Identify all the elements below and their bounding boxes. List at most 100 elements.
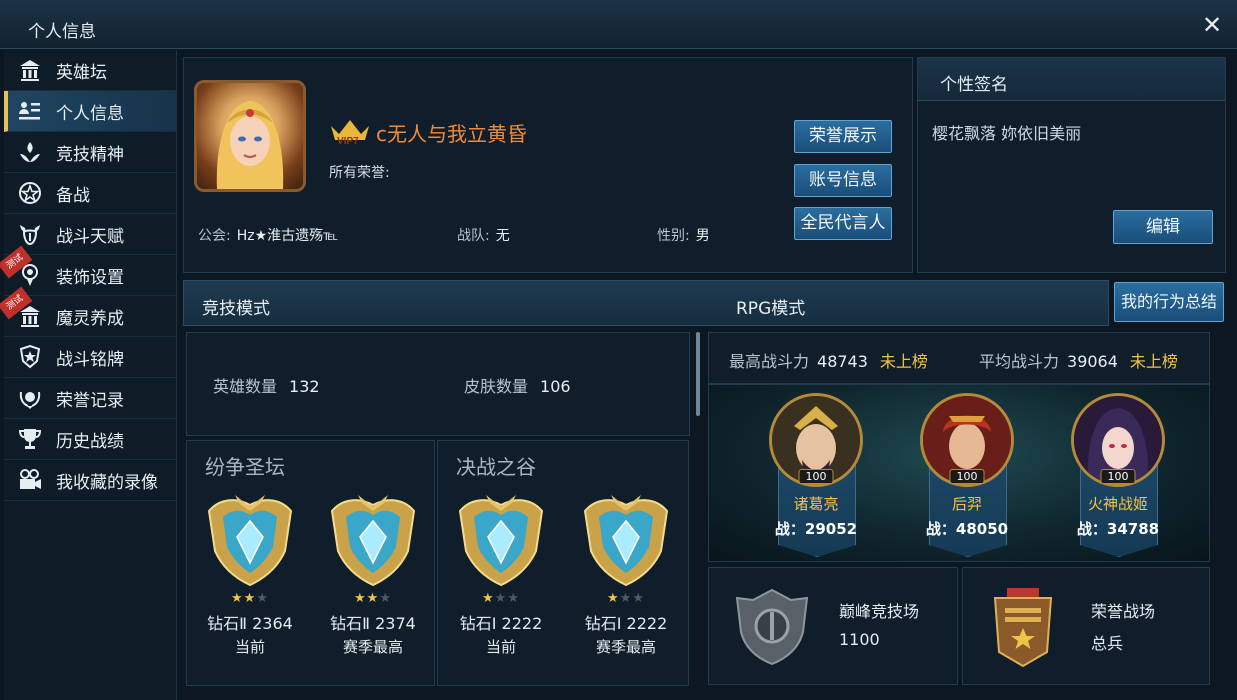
sidebar-item-label: 魔灵养成 — [56, 308, 124, 329]
hero-power: 战：29052 — [774, 520, 858, 538]
video-camera-icon — [18, 468, 42, 492]
star-empty-icon: ★ — [507, 591, 520, 606]
sidebar-item-honor-record[interactable]: 荣誉记录 — [4, 378, 176, 419]
vip-badge-icon: VIP7 — [331, 120, 369, 146]
mode-tabs: 竞技模式 RPG模式 — [183, 280, 1109, 326]
rank-sub: 赛季最高 — [595, 638, 656, 656]
hero-card[interactable]: 100 诸葛亮 战：29052 — [766, 393, 866, 557]
hero-power: 战：48050 — [925, 520, 1009, 538]
sidebar-item-decoration[interactable]: 测试 装饰设置 — [0, 245, 176, 296]
sidebar-item-history[interactable]: 历史战绩 — [4, 419, 176, 460]
hero-count-value: 132 — [289, 377, 320, 396]
diamond-rank-emblem-icon — [583, 495, 669, 587]
tab-rpg[interactable]: RPG模式 — [736, 294, 805, 319]
gender-value: 男 — [695, 228, 710, 244]
temple-icon — [18, 58, 42, 82]
sidebar-item-sportsmanship[interactable]: 竞技精神 — [4, 132, 176, 173]
hero-level: 100 — [798, 469, 834, 484]
rank-current[interactable]: ★★★ 钻石Ⅰ 2222 当前 — [446, 493, 556, 657]
team-info: 战队: 无 — [457, 225, 510, 245]
rank-stars: ★★★ — [195, 591, 305, 606]
skin-count-label: 皮肤数量 — [464, 377, 529, 396]
sidebar-item-replays[interactable]: 我收藏的录像 — [4, 460, 176, 501]
rank-sub: 当前 — [234, 638, 265, 656]
scrollbar-thumb[interactable] — [696, 332, 700, 416]
hero-power: 战：34788 — [1076, 520, 1160, 538]
tab-competitive[interactable]: 竞技模式 — [202, 294, 270, 319]
rank-current[interactable]: ★★★ 钻石Ⅱ 2364 当前 — [195, 493, 305, 657]
sidebar-item-label: 荣誉记录 — [56, 390, 124, 411]
window-title: 个人信息 — [28, 22, 96, 42]
star-filled-icon: ★ — [231, 591, 244, 606]
close-button[interactable]: ✕ — [1199, 12, 1225, 38]
sidebar-item-hero-altar[interactable]: 英雄坛 — [4, 50, 176, 91]
hero-name: 后羿 — [951, 495, 982, 513]
team-value: 无 — [495, 228, 510, 244]
rank-sub: 赛季最高 — [342, 638, 403, 656]
star-filled-icon: ★ — [243, 591, 257, 606]
diamond-rank-emblem-icon — [207, 495, 293, 587]
gender-info: 性别: 男 — [657, 225, 710, 245]
sidebar-item-label: 竞技精神 — [56, 144, 124, 165]
rank-sub: 当前 — [485, 638, 516, 656]
peak-arena-title: 巅峰竞技场 — [839, 602, 920, 621]
sidebar-item-prepare[interactable]: 备战 — [4, 173, 176, 214]
diamond-rank-emblem-icon — [458, 495, 544, 587]
hero-level: 100 — [949, 469, 985, 484]
rank-value: 钻石Ⅱ 2374 — [330, 614, 416, 633]
sidebar-item-label: 我收藏的录像 — [56, 472, 158, 493]
honor-display-button[interactable]: 荣誉展示 — [794, 120, 892, 153]
star-empty-icon: ★ — [632, 591, 645, 606]
max-power-label: 最高战斗力 — [729, 352, 810, 371]
honors-label: 所有荣誉: — [329, 165, 390, 181]
ambassador-button[interactable]: 全民代言人 — [794, 207, 892, 240]
rank-stars: ★★★ — [571, 591, 681, 606]
max-power-value: 48743 — [817, 352, 868, 371]
edit-signature-button[interactable]: 编辑 — [1113, 210, 1213, 244]
avg-power-value: 39064 — [1067, 352, 1118, 371]
medal-rank-icon — [993, 588, 1053, 668]
honor-battlefield-card[interactable]: 荣誉战场 总兵 — [962, 567, 1210, 685]
star-filled-icon: ★ — [607, 591, 620, 606]
behavior-summary-button[interactable]: 我的行为总结 — [1114, 282, 1224, 322]
team-label: 战队: — [457, 228, 490, 244]
sidebar-item-spirit[interactable]: 测试 魔灵养成 — [0, 286, 176, 337]
sidebar-item-talent[interactable]: 战斗天赋 — [4, 214, 176, 255]
gender-label: 性别: — [657, 228, 690, 244]
rank-stars: ★★★ — [446, 591, 556, 606]
arena-panel-valley: 决战之谷 ★★★ 钻石Ⅰ 2222 当前 ★★★ 钻石Ⅰ 2222 赛季最高 — [437, 440, 689, 686]
trophy-icon — [18, 427, 42, 451]
close-icon: ✕ — [1201, 11, 1223, 39]
honor-battlefield-title: 荣誉战场 — [1091, 602, 1156, 621]
sidebar: 英雄坛 个人信息 竞技精神 备战 战斗天赋 测试 装饰设置 测试 魔灵养成 战斗… — [0, 50, 177, 700]
max-power: 最高战斗力 48743 未上榜 — [729, 348, 928, 372]
hero-level: 100 — [1100, 469, 1136, 484]
flame-hands-icon — [18, 140, 42, 164]
peak-arena-card[interactable]: 巅峰竞技场 1100 — [708, 567, 958, 685]
sidebar-item-profile[interactable]: 个人信息 — [4, 91, 176, 132]
diamond-rank-emblem-icon — [330, 495, 416, 587]
rank-season-best[interactable]: ★★★ 钻石Ⅱ 2374 赛季最高 — [318, 493, 428, 657]
title-bar: 个人信息 ✕ — [0, 0, 1237, 49]
rank-stars: ★★★ — [318, 591, 428, 606]
rank-value: 钻石Ⅱ 2364 — [207, 614, 293, 633]
star-filled-icon: ★ — [354, 591, 367, 606]
star-badge-icon — [18, 345, 42, 369]
hero-card[interactable]: 100 火神战姬 战：34788 — [1068, 393, 1168, 557]
avg-power-label: 平均战斗力 — [979, 352, 1060, 371]
combat-power-panel: 最高战斗力 48743 未上榜 平均战斗力 39064 未上榜 — [708, 332, 1210, 384]
star-filled-icon: ★ — [482, 591, 495, 606]
avatar[interactable] — [194, 80, 306, 192]
account-info-button[interactable]: 账号信息 — [794, 164, 892, 197]
sidebar-item-nameplate[interactable]: 战斗铭牌 — [4, 337, 176, 378]
hero-count-label: 英雄数量 — [213, 377, 278, 396]
hero-card[interactable]: 100 后羿 战：48050 — [917, 393, 1017, 557]
guild-info: 公会: Hz★淮古遗殇℡ — [198, 225, 338, 245]
arena-panel-conflict: 纷争圣坛 ★★★ 钻石Ⅱ 2364 当前 ★★★ 钻石Ⅱ 2374 赛季最高 — [186, 440, 435, 686]
signature-header: 个性签名 — [918, 58, 1225, 101]
skin-count-value: 106 — [540, 377, 571, 396]
rank-season-best[interactable]: ★★★ 钻石Ⅰ 2222 赛季最高 — [571, 493, 681, 657]
horned-helmet-icon — [18, 222, 42, 246]
honor-battlefield-value: 总兵 — [1091, 634, 1124, 653]
star-empty-icon: ★ — [619, 591, 633, 606]
